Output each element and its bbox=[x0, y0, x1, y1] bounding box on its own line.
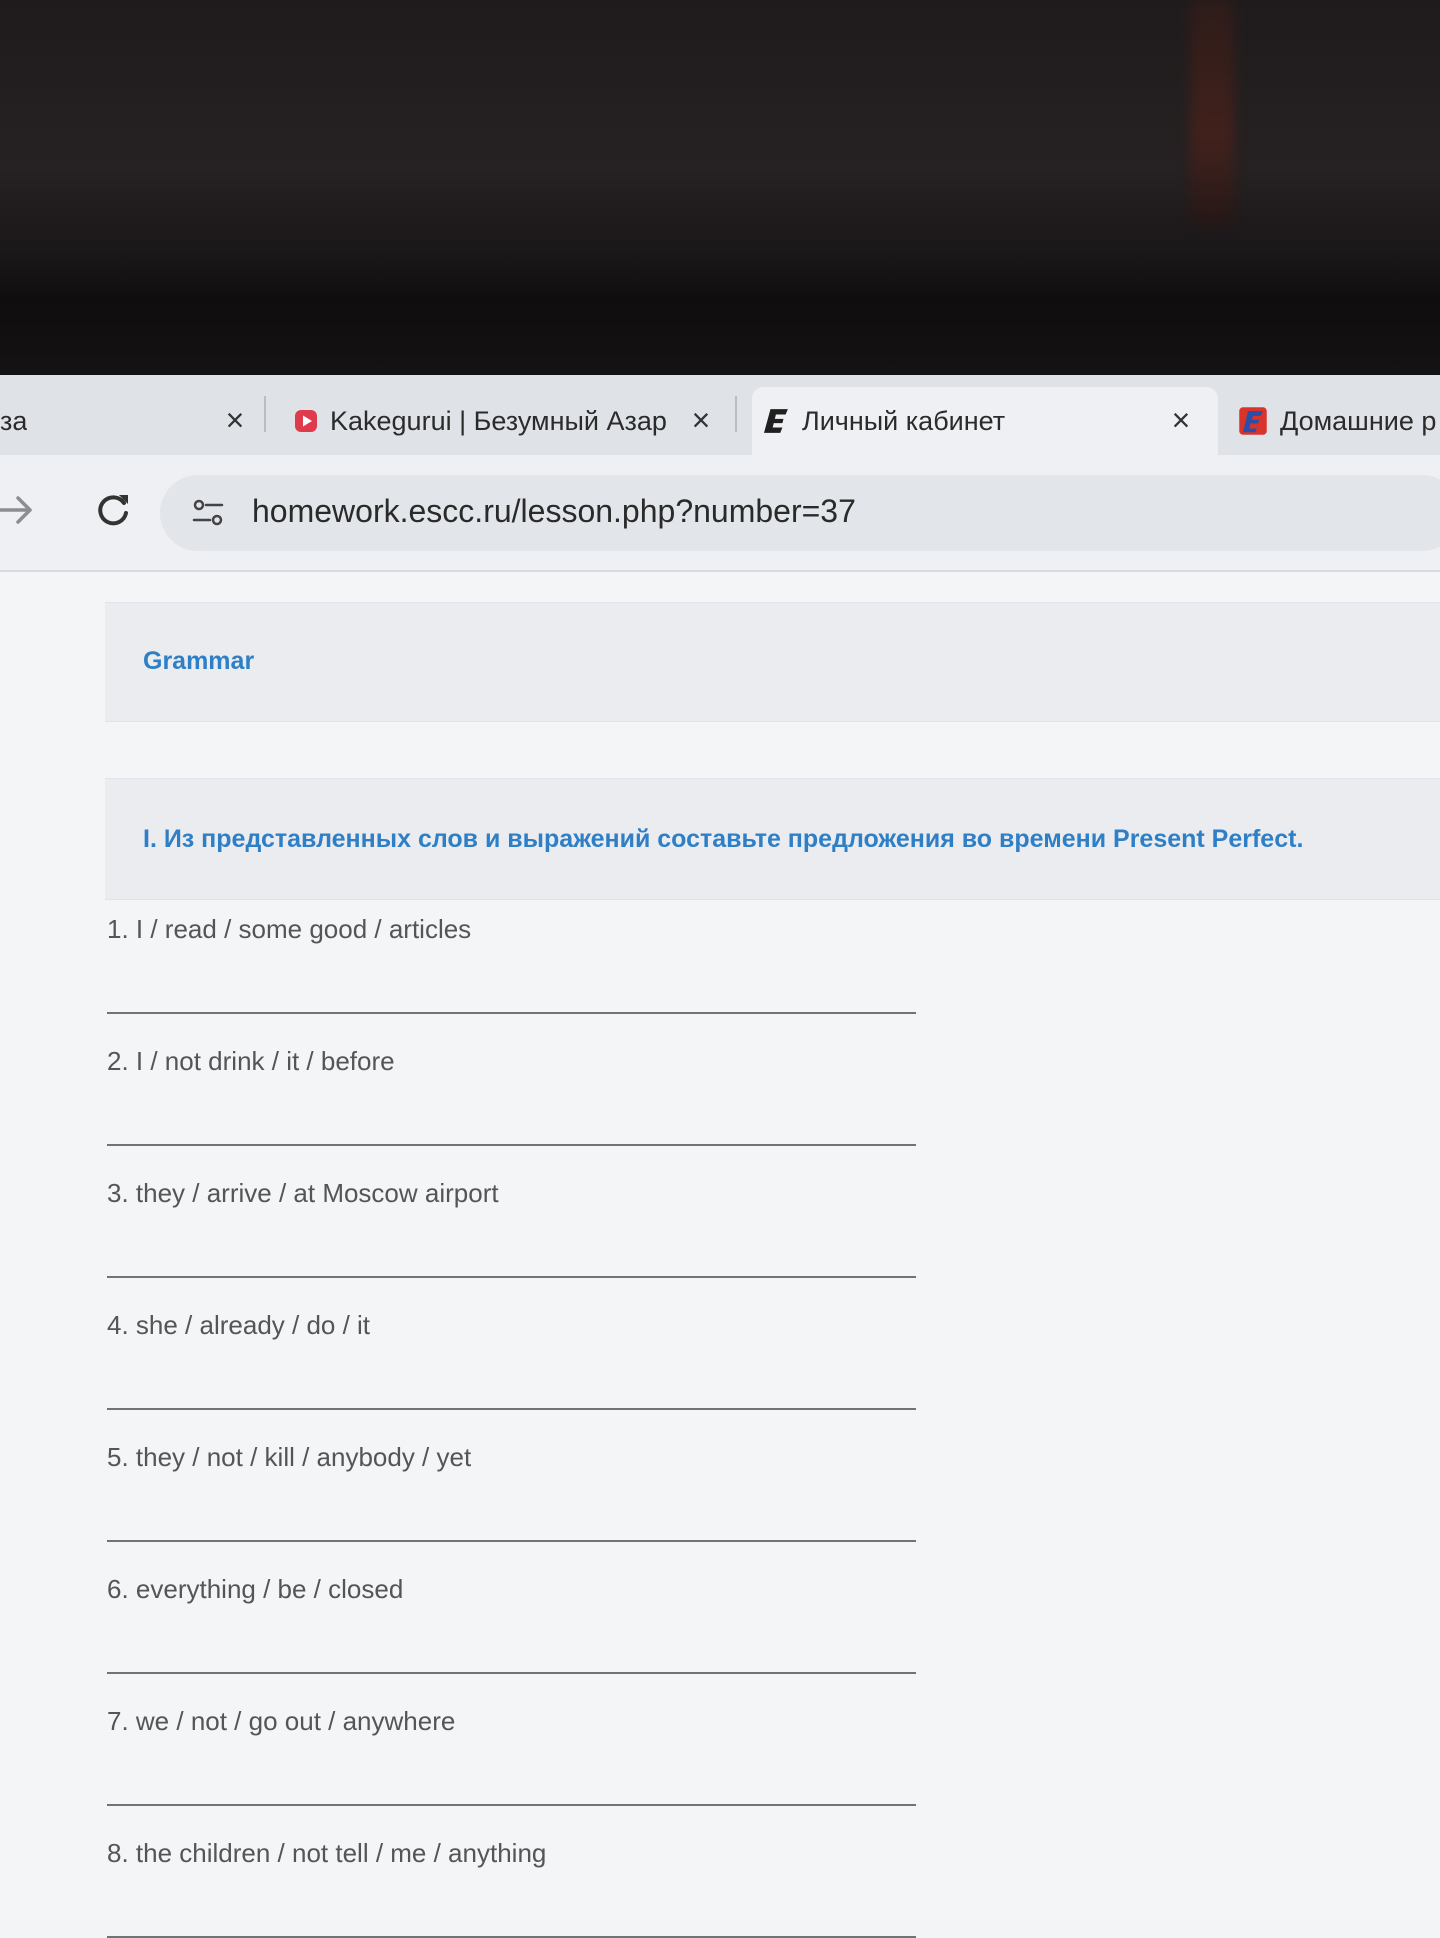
section-header: Grammar bbox=[105, 602, 1440, 722]
background-glow bbox=[1190, 0, 1234, 225]
forward-icon[interactable] bbox=[0, 485, 42, 535]
tab-kakegurui[interactable]: Kakegurui | Безумный Азар × bbox=[294, 387, 716, 455]
tab-label: Домашние р bbox=[1280, 405, 1437, 436]
section-title: Grammar bbox=[143, 647, 255, 675]
answer-input[interactable] bbox=[107, 970, 916, 1014]
exercise-item: 2. I / not drink / it / before bbox=[107, 1046, 916, 1146]
exercise-prompt: 6. everything / be / closed bbox=[107, 1574, 404, 1604]
exercise-prompt: 4. she / already / do / it bbox=[107, 1310, 371, 1340]
exercise-prompt: 3. they / arrive / at Moscow airport bbox=[107, 1178, 499, 1208]
task-title: I. Из представленных слов и выражений со… bbox=[143, 825, 1304, 853]
address-bar[interactable]: homework.escc.ru/lesson.php?number=37 bbox=[160, 475, 1440, 551]
exercise-prompt: 8. the children / not tell / me / anythi… bbox=[107, 1838, 547, 1868]
monitor-bezel bbox=[0, 0, 1440, 375]
exercise-prompt: 7. we / not / go out / anywhere bbox=[107, 1706, 456, 1736]
play-icon bbox=[295, 410, 317, 432]
e-logo-icon bbox=[764, 409, 788, 433]
task-header: I. Из представленных слов и выражений со… bbox=[105, 778, 1440, 900]
exercise-item: 8. the children / not tell / me / anythi… bbox=[107, 1838, 916, 1938]
tab-separator bbox=[735, 396, 737, 432]
close-icon[interactable]: × bbox=[686, 404, 716, 436]
tab-label: за bbox=[0, 405, 28, 436]
exercise-prompt: 5. they / not / kill / anybody / yet bbox=[107, 1442, 472, 1472]
answer-input[interactable] bbox=[107, 1366, 916, 1410]
tab-personal-account[interactable]: Личный кабинет × bbox=[752, 387, 1218, 455]
answer-input[interactable] bbox=[107, 1102, 916, 1146]
tab-bar: за × Kakegurui | Безумный Азар × Личный … bbox=[0, 375, 1440, 455]
site-settings-icon[interactable] bbox=[190, 495, 226, 531]
answer-input[interactable] bbox=[107, 1762, 916, 1806]
exercise-item: 7. we / not / go out / anywhere bbox=[107, 1706, 916, 1806]
url-text[interactable]: homework.escc.ru/lesson.php?number=37 bbox=[252, 493, 856, 530]
tab-partial-left[interactable]: за × bbox=[0, 387, 250, 455]
reload-icon[interactable] bbox=[88, 485, 138, 535]
exercise-prompt: 2. I / not drink / it / before bbox=[107, 1046, 395, 1076]
close-icon[interactable]: × bbox=[1166, 404, 1196, 436]
tab-label: Kakegurui | Безумный Азар bbox=[330, 405, 667, 436]
answer-input[interactable] bbox=[107, 1234, 916, 1278]
tab-label: Личный кабинет bbox=[802, 405, 1006, 436]
exercise-item: 5. they / not / kill / anybody / yet bbox=[107, 1442, 916, 1542]
exercise-prompt: 1. I / read / some good / articles bbox=[107, 914, 472, 944]
page-content: Grammar I. Из представленных слов и выра… bbox=[0, 572, 1440, 1938]
exercise-item: 4. she / already / do / it bbox=[107, 1310, 916, 1410]
tab-separator bbox=[264, 396, 266, 432]
answer-input[interactable] bbox=[107, 1630, 916, 1674]
browser-toolbar: homework.escc.ru/lesson.php?number=37 bbox=[0, 455, 1440, 572]
exercise-item: 6. everything / be / closed bbox=[107, 1574, 916, 1674]
homework-logo-icon bbox=[1239, 407, 1267, 435]
answer-input[interactable] bbox=[107, 1498, 916, 1542]
answer-input[interactable] bbox=[107, 1894, 916, 1938]
tab-homework[interactable]: Домашние р bbox=[1238, 387, 1440, 455]
exercise-item: 1. I / read / some good / articles bbox=[107, 914, 916, 1014]
close-icon[interactable]: × bbox=[220, 404, 250, 436]
exercise-item: 3. they / arrive / at Moscow airport bbox=[107, 1178, 916, 1278]
